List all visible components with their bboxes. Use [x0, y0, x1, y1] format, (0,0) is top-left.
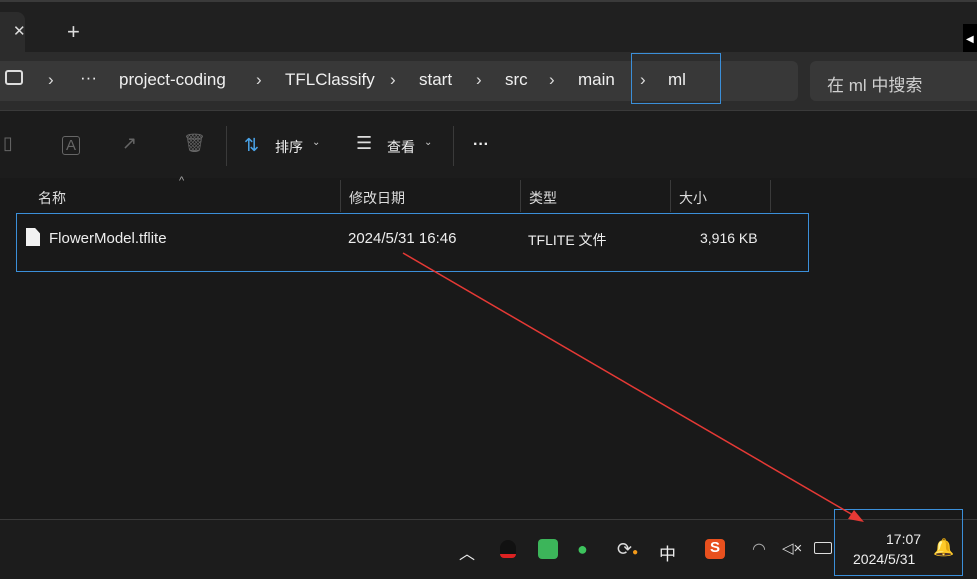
annotation-arrow	[402, 252, 864, 522]
arrow-line	[402, 252, 859, 519]
arrow-head	[848, 510, 864, 522]
